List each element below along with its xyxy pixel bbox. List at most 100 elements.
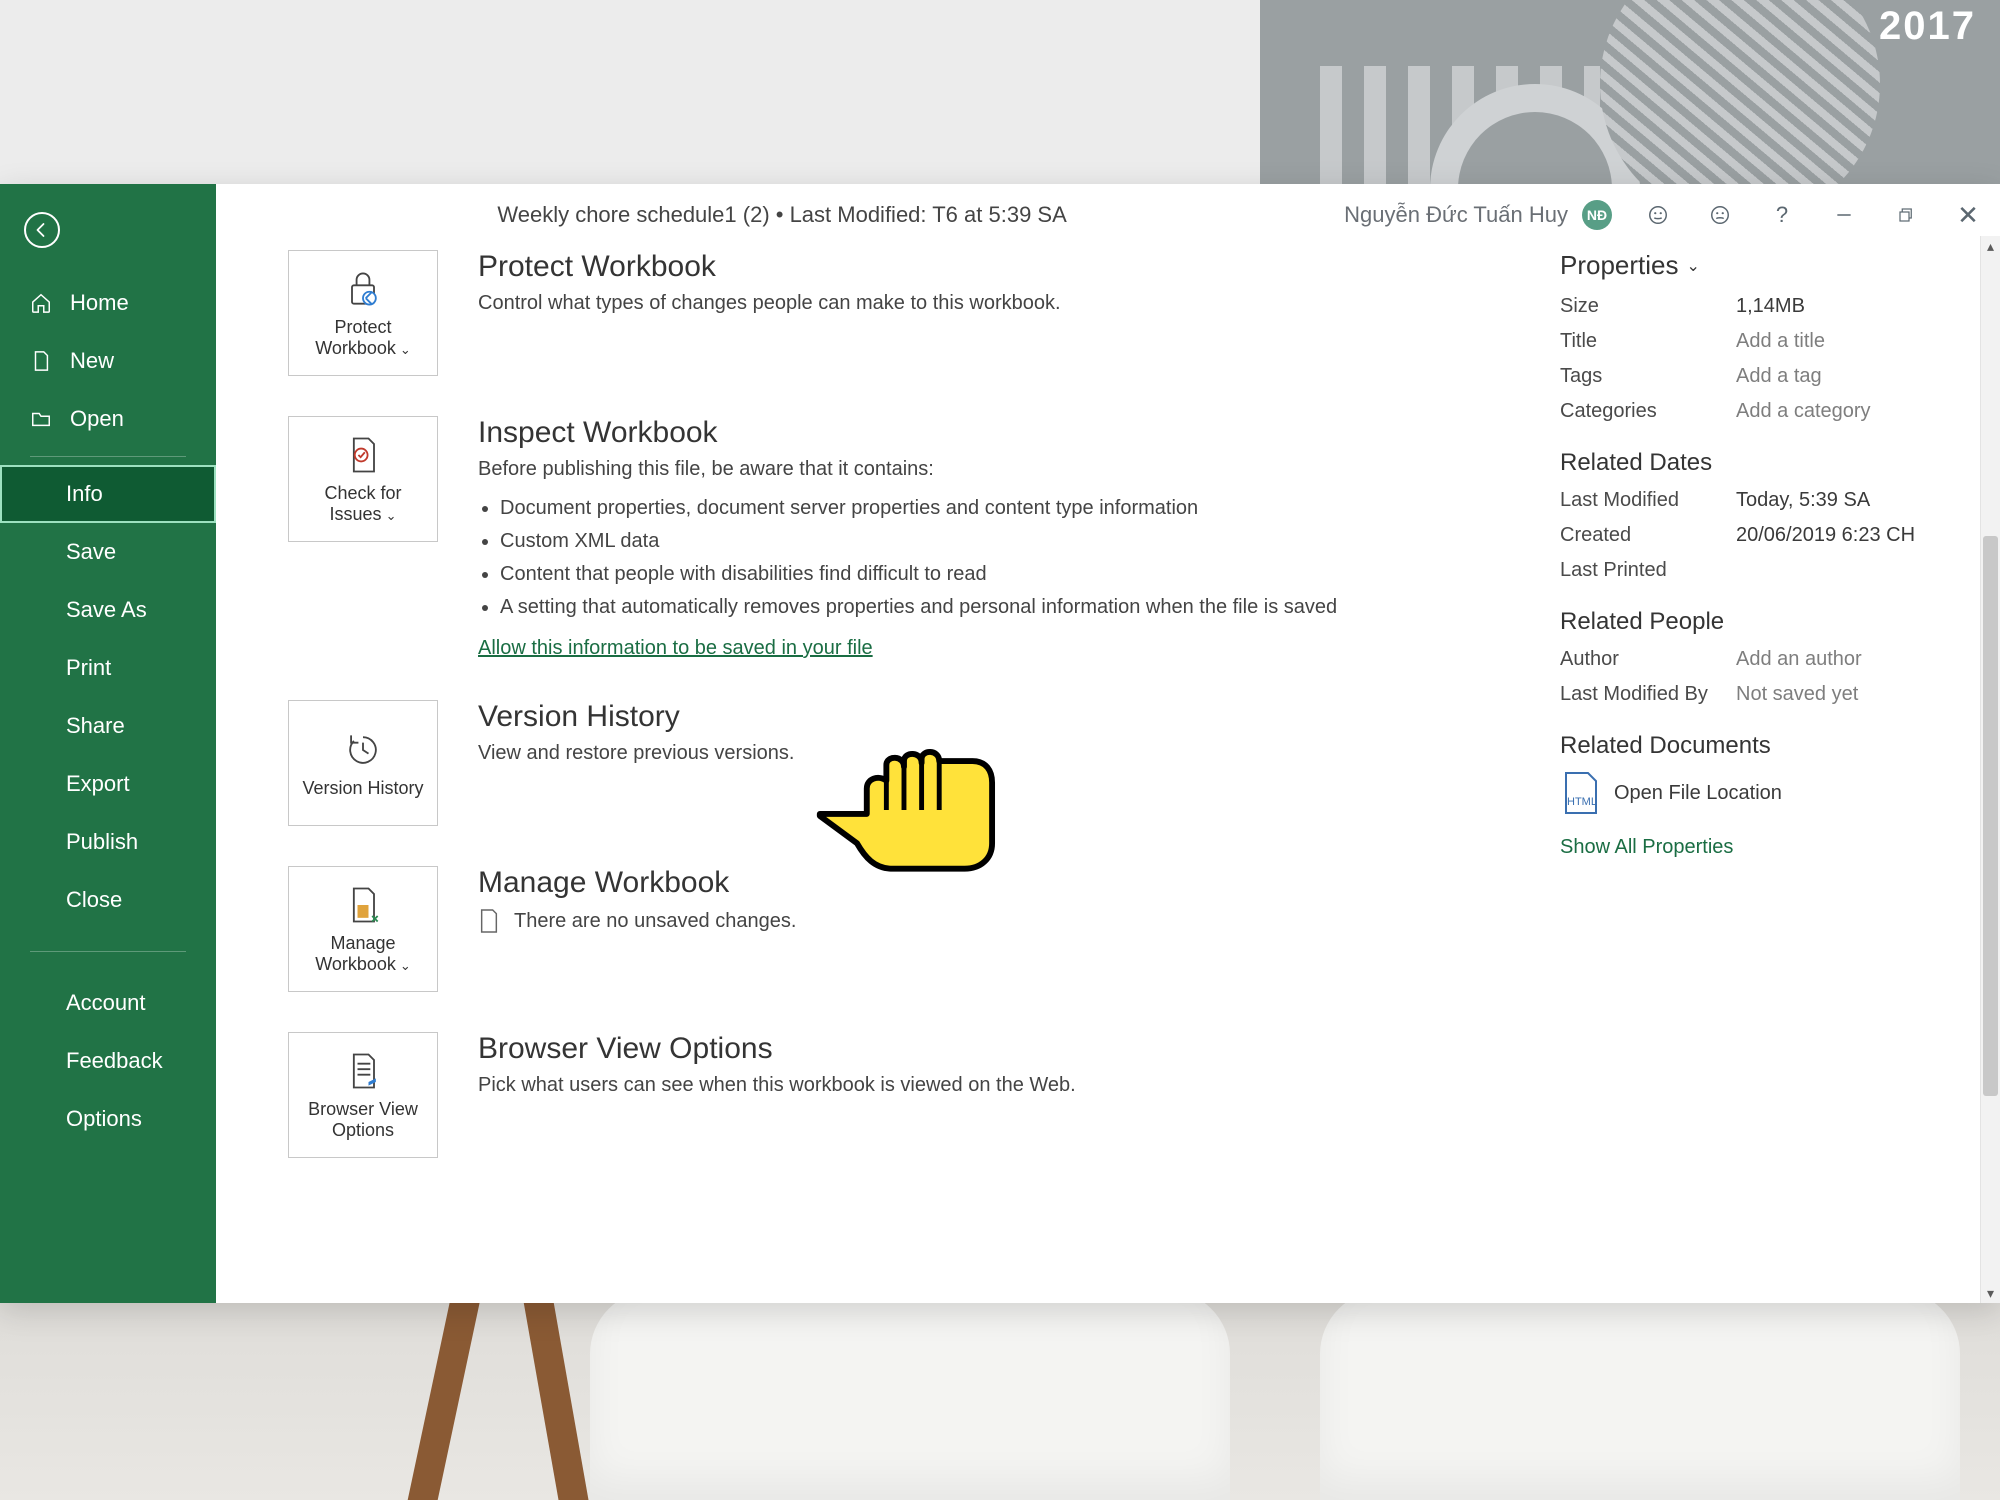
section-desc: Pick what users can see when this workbo…: [478, 1074, 1516, 1097]
version-history-button[interactable]: Version History: [288, 700, 438, 826]
show-all-properties-link[interactable]: Show All Properties: [1560, 836, 1733, 859]
back-button[interactable]: [24, 212, 60, 248]
prop-lastmodby-label: Last Modified By: [1560, 683, 1726, 706]
related-people-heading: Related People: [1560, 608, 1976, 636]
sidebar-label: Account: [66, 990, 146, 1016]
account-area[interactable]: Nguyễn Đức Tuấn Huy NĐ: [1344, 200, 1612, 230]
chevron-down-icon: ⌄: [400, 958, 411, 973]
protect-workbook-button[interactable]: Protect Workbook⌄: [288, 250, 438, 376]
manage-status: There are no unsaved changes.: [514, 910, 796, 933]
home-icon: [30, 292, 52, 314]
frown-feedback-icon[interactable]: [1708, 203, 1732, 227]
prop-size-label: Size: [1560, 295, 1726, 318]
check-for-issues-button[interactable]: Check for Issues⌄: [288, 416, 438, 542]
sidebar-item-info[interactable]: Info: [0, 465, 216, 523]
help-icon[interactable]: ?: [1770, 203, 1794, 227]
prop-title-label: Title: [1560, 330, 1726, 353]
sidebar-item-save-as[interactable]: Save As: [0, 581, 216, 639]
back-arrow-icon: [33, 221, 51, 239]
restore-button[interactable]: [1894, 203, 1918, 227]
section-desc: Before publishing this file, be aware th…: [478, 458, 1516, 481]
section-manage-workbook: Manage Workbook⌄ Manage Workbook There a…: [288, 866, 1516, 992]
inspect-icon: [341, 433, 385, 477]
sidebar-item-open[interactable]: Open: [0, 390, 216, 448]
manage-icon: [341, 883, 385, 927]
sidebar-separator: [30, 456, 186, 457]
inspect-issue-item: Custom XML data: [500, 528, 1516, 555]
sidebar-label: Info: [66, 481, 103, 507]
sidebar-label: New: [70, 348, 114, 374]
section-title: Manage Workbook: [478, 866, 1516, 900]
backstage-sidebar: Home New Open Info Save Save As Print Sh…: [0, 184, 216, 1303]
prop-lastmodby-value: Not saved yet: [1736, 683, 1976, 706]
section-desc: Control what types of changes people can…: [478, 292, 1516, 315]
info-content: Protect Workbook⌄ Protect Workbook Contr…: [216, 184, 1546, 1303]
sidebar-label: Share: [66, 713, 125, 739]
prop-categories-label: Categories: [1560, 400, 1726, 423]
scrollbar-thumb[interactable]: [1983, 536, 1998, 1096]
related-dates-heading: Related Dates: [1560, 449, 1976, 477]
prop-title-value[interactable]: Add a title: [1736, 330, 1976, 353]
sidebar-item-account[interactable]: Account: [0, 974, 216, 1032]
sidebar-item-options[interactable]: Options: [0, 1090, 216, 1148]
section-version-history: Version History Version History View and…: [288, 700, 1516, 826]
allow-info-link[interactable]: Allow this information to be saved in yo…: [478, 637, 873, 660]
section-protect-workbook: Protect Workbook⌄ Protect Workbook Contr…: [288, 250, 1516, 376]
inspect-issue-item: A setting that automatically removes pro…: [500, 594, 1516, 621]
prop-tags-value[interactable]: Add a tag: [1736, 365, 1976, 388]
sidebar-item-close[interactable]: Close: [0, 871, 216, 929]
sidebar-item-home[interactable]: Home: [0, 274, 216, 332]
properties-panel: Properties ⌄ Size 1,14MB Title Add a tit…: [1546, 184, 2000, 1303]
sidebar-item-print[interactable]: Print: [0, 639, 216, 697]
properties-dropdown[interactable]: Properties ⌄: [1560, 250, 1976, 281]
vertical-scrollbar[interactable]: ▴ ▾: [1980, 236, 2000, 1303]
page-icon: [478, 908, 500, 934]
sidebar-label: Save: [66, 539, 116, 565]
backstage-main: Protect Workbook⌄ Protect Workbook Contr…: [216, 184, 2000, 1303]
smile-feedback-icon[interactable]: [1646, 203, 1670, 227]
sidebar-item-export[interactable]: Export: [0, 755, 216, 813]
html-file-icon: HTML: [1560, 772, 1600, 814]
section-browser-view-options: Browser View Options Browser View Option…: [288, 1032, 1516, 1158]
section-title: Inspect Workbook: [478, 416, 1516, 450]
sidebar-item-feedback[interactable]: Feedback: [0, 1032, 216, 1090]
sidebar-item-save[interactable]: Save: [0, 523, 216, 581]
sidebar-item-publish[interactable]: Publish: [0, 813, 216, 871]
manage-workbook-button[interactable]: Manage Workbook⌄: [288, 866, 438, 992]
section-title: Protect Workbook: [478, 250, 1516, 284]
excel-backstage-window: Home New Open Info Save Save As Print Sh…: [0, 184, 2000, 1303]
sidebar-item-new[interactable]: New: [0, 332, 216, 390]
window-titlebar: Weekly chore schedule1 (2) • Last Modifi…: [220, 186, 1990, 244]
open-file-location-label: Open File Location: [1614, 782, 1782, 805]
inspect-issue-item: Content that people with disabilities fi…: [500, 561, 1516, 588]
sidebar-item-share[interactable]: Share: [0, 697, 216, 755]
sidebar-label: Save As: [66, 597, 147, 623]
open-file-location-button[interactable]: HTML Open File Location: [1560, 772, 1976, 814]
chevron-down-icon: ⌄: [400, 342, 411, 357]
prop-created-value: 20/06/2019 6:23 CH: [1736, 524, 1976, 547]
browser-icon: [341, 1049, 385, 1093]
sidebar-label: Print: [66, 655, 111, 681]
document-title: Weekly chore schedule1 (2) • Last Modifi…: [220, 202, 1344, 228]
sidebar-label: Publish: [66, 829, 138, 855]
close-button[interactable]: ✕: [1956, 203, 1980, 227]
user-name: Nguyễn Đức Tuấn Huy: [1344, 202, 1568, 228]
tile-label: Version History: [302, 778, 423, 799]
sidebar-separator: [30, 951, 186, 952]
wallpaper-chairs: [380, 1290, 1940, 1500]
browser-view-options-button[interactable]: Browser View Options: [288, 1032, 438, 1158]
prop-categories-value[interactable]: Add a category: [1736, 400, 1976, 423]
scroll-down-icon[interactable]: ▾: [1981, 1283, 2000, 1303]
minimize-button[interactable]: [1832, 203, 1856, 227]
sidebar-label: Home: [70, 290, 129, 316]
section-title: Version History: [478, 700, 1516, 734]
sidebar-label: Close: [66, 887, 122, 913]
prop-author-value[interactable]: Add an author: [1736, 648, 1976, 671]
svg-text:HTML: HTML: [1567, 796, 1597, 808]
protect-icon: [341, 267, 385, 311]
section-title: Browser View Options: [478, 1032, 1516, 1066]
open-icon: [30, 408, 52, 430]
prop-last-printed-label: Last Printed: [1560, 559, 1726, 582]
sidebar-label: Export: [66, 771, 130, 797]
section-inspect-workbook: Check for Issues⌄ Inspect Workbook Befor…: [288, 416, 1516, 660]
